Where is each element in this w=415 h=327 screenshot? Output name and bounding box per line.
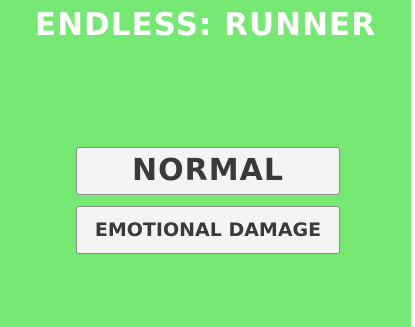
emotional-damage-mode-button[interactable]: EMOTIONAL DAMAGE — [76, 206, 340, 254]
normal-mode-button[interactable]: NORMAL — [76, 147, 340, 195]
game-screen: ENDLESS: RUNNER NORMAL EMOTIONAL DAMAGE — [0, 0, 412, 327]
game-title: ENDLESS: RUNNER — [34, 7, 377, 43]
window-edge — [411, 0, 415, 327]
